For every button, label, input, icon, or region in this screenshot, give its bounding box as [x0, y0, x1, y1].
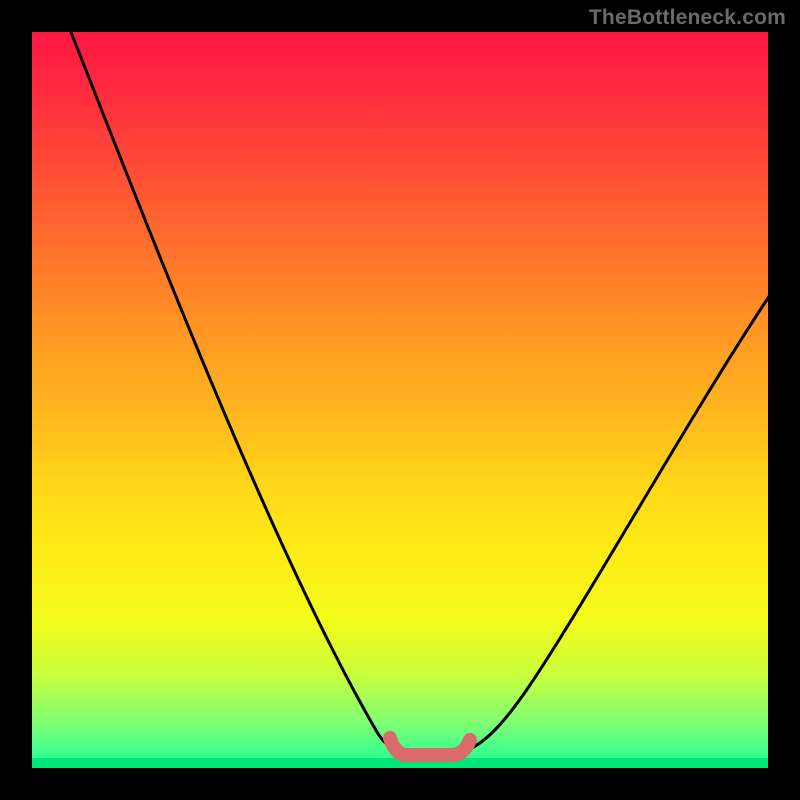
trough-left-dot-icon [383, 731, 397, 745]
curve-layer [32, 32, 768, 768]
trough-highlight [390, 738, 470, 755]
trough-right-dot-icon [463, 733, 477, 747]
bottleneck-curve-left [67, 22, 402, 752]
bottleneck-curve-right [462, 292, 772, 752]
chart-frame: TheBottleneck.com [0, 0, 800, 800]
watermark-text: TheBottleneck.com [589, 6, 786, 30]
